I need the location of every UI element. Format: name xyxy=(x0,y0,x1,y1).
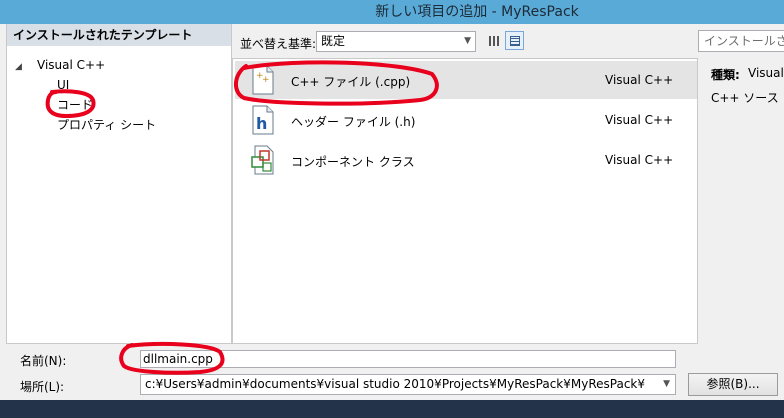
template-name: コンポーネント クラス xyxy=(291,155,415,169)
location-value: c:¥Users¥admin¥documents¥visual studio 2… xyxy=(145,377,646,391)
cpp-file-icon: + + xyxy=(252,65,274,95)
template-search-input[interactable]: インストールされた xyxy=(698,30,784,52)
location-label: 場所(L): xyxy=(20,380,65,394)
installed-templates-pane: インストールされたテンプレート xyxy=(6,24,232,344)
sort-select[interactable]: 既定 ▼ xyxy=(316,31,476,52)
template-name: C++ ファイル (.cpp) xyxy=(291,75,411,89)
browse-button[interactable]: 参照(B)... xyxy=(688,373,778,396)
template-language: Visual C++ xyxy=(605,113,674,127)
sort-select-value: 既定 xyxy=(321,34,346,48)
svg-text:+: + xyxy=(262,75,270,85)
tree-expand-icon[interactable]: ◢ xyxy=(15,62,22,72)
list-view-button[interactable] xyxy=(505,31,524,50)
info-description: C++ ソース コ xyxy=(711,91,784,105)
component-class-icon xyxy=(251,145,274,175)
grid-view-icon xyxy=(489,36,499,46)
installed-templates-header: インストールされたテンプレート xyxy=(7,24,231,46)
header-file-icon: h xyxy=(252,105,274,135)
template-language: Visual C++ xyxy=(605,153,674,167)
taskbar xyxy=(0,400,784,418)
small-icons-view-button[interactable] xyxy=(484,31,503,50)
chevron-down-icon: ▼ xyxy=(663,379,670,389)
tree-item-code[interactable]: コード xyxy=(57,96,93,113)
location-field[interactable]: c:¥Users¥admin¥documents¥visual studio 2… xyxy=(140,374,676,395)
template-list: + + C++ ファイル (.cpp) Visual C++ h ヘッダー ファ… xyxy=(232,58,698,344)
name-field[interactable]: dllmain.cpp xyxy=(140,350,676,368)
name-label: 名前(N): xyxy=(20,354,67,368)
template-name: ヘッダー ファイル (.h) xyxy=(291,115,416,129)
template-row-header[interactable]: h ヘッダー ファイル (.h) Visual C++ xyxy=(235,101,697,139)
tree-item-ui[interactable]: UI xyxy=(57,78,69,92)
sort-label: 並べ替え基準: xyxy=(240,37,317,51)
template-row-cpp[interactable]: + + C++ ファイル (.cpp) Visual C++ xyxy=(235,61,697,99)
list-view-icon xyxy=(510,36,520,46)
window-title: 新しい項目の追加 - MyResPack xyxy=(375,4,579,20)
svg-text:h: h xyxy=(256,114,267,133)
template-row-component[interactable]: コンポーネント クラス Visual C++ xyxy=(235,141,697,179)
tree-item-property-sheet[interactable]: プロパティ シート xyxy=(57,116,156,133)
template-language: Visual C++ xyxy=(605,73,674,87)
info-type-value: Visual xyxy=(748,66,784,80)
title-bar: 新しい項目の追加 - MyResPack xyxy=(0,0,784,24)
info-type-label: 種類: xyxy=(711,68,740,82)
tree-item-visual-cpp[interactable]: Visual C++ xyxy=(37,58,105,72)
chevron-down-icon: ▼ xyxy=(464,36,471,46)
